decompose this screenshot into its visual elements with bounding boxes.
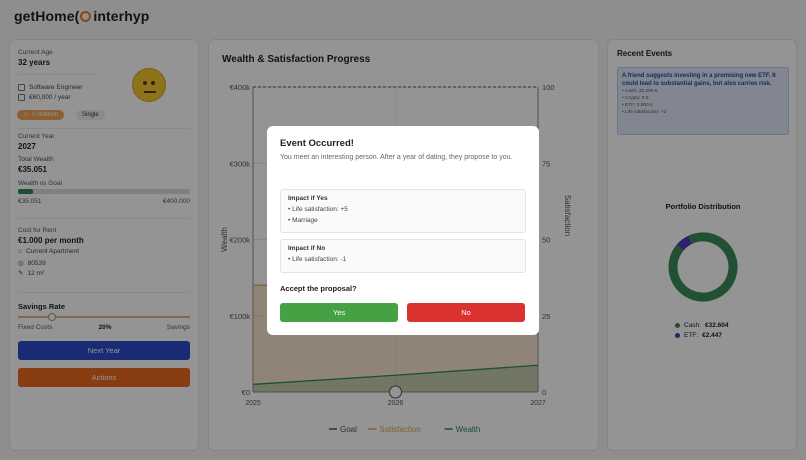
impact-yes-item: • Life satisfaction: +5 [288, 206, 348, 213]
no-button[interactable]: No [407, 303, 525, 322]
modal-title: Event Occurred! [280, 138, 354, 149]
modal-question: Accept the proposal? [280, 284, 357, 293]
impact-yes-item: • Marriage [288, 217, 318, 224]
modal-description: You meet an interesting person. After a … [280, 154, 513, 161]
impact-no-heading: Impact if No [288, 245, 326, 252]
impact-no-box: Impact if No • Life satisfaction: -1 [280, 239, 526, 273]
impact-yes-heading: Impact if Yes [288, 195, 328, 202]
impact-yes-box: Impact if Yes • Life satisfaction: +5 • … [280, 189, 526, 233]
impact-no-item: • Life satisfaction: -1 [288, 256, 347, 263]
yes-button[interactable]: Yes [280, 303, 398, 322]
event-modal: Event Occurred! You meet an interesting … [267, 126, 539, 335]
